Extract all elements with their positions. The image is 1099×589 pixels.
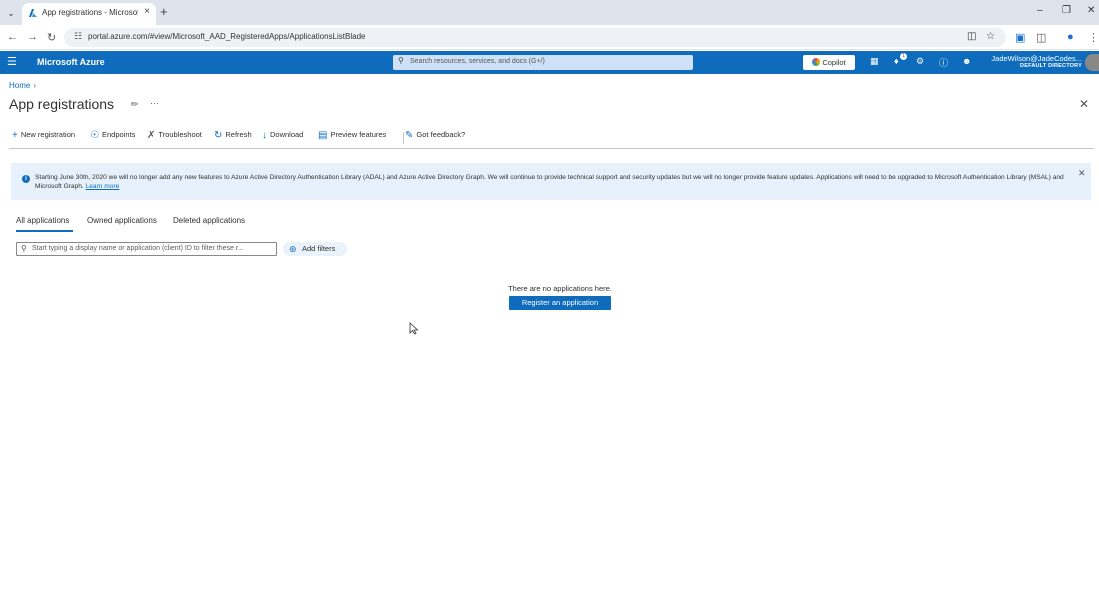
minimize-icon[interactable]: – [1037,5,1043,16]
user-directory: DEFAULT DIRECTORY [1020,63,1082,69]
azure-logo-icon [29,9,37,17]
copilot-button[interactable]: Copilot [803,55,855,70]
close-blade-icon[interactable]: ✕ [1079,97,1089,111]
feedback-person-icon[interactable]: ☻ [962,56,971,66]
globe-icon: ☉ [90,130,99,141]
new-registration-button[interactable]: + New registration [12,130,75,141]
bookmark-star-icon[interactable]: ☆ [986,31,995,42]
chevron-right-icon: › [33,81,37,90]
mouse-cursor-icon [409,322,419,335]
search-placeholder: Search resources, services, and docs (G+… [410,58,545,65]
command-divider [403,132,404,144]
register-application-button[interactable]: Register an application [509,296,611,310]
divider [9,148,1094,149]
site-info-icon[interactable]: ☷ [74,31,82,42]
filter-placeholder: Start typing a display name or applicati… [32,245,244,252]
add-filters-label: Add filters [302,244,336,253]
learn-more-link[interactable]: Learn more [86,183,120,190]
tab-list-icon[interactable]: ⌄ [4,6,18,20]
azure-header: ☰ Microsoft Azure ⚲ Search resources, se… [0,51,1099,74]
account-menu[interactable]: JadeWilson@JadeCodes... DEFAULT DIRECTOR… [991,54,1082,69]
add-filters-button[interactable]: ⊛ Add filters [283,242,347,256]
download-icon: ↓ [262,130,267,141]
close-tab-icon[interactable]: × [144,6,150,17]
avatar[interactable] [1085,54,1099,71]
cloud-shell-icon[interactable]: ▦ [870,56,879,67]
copilot-label: Copilot [822,58,846,67]
command-label: Refresh [225,130,252,139]
portal-menu-icon[interactable]: ☰ [7,55,17,68]
command-label: Preview features [330,130,387,139]
troubleshoot-button[interactable]: ✗ Troubleshoot [147,130,202,141]
page-title: App registrations [9,96,115,112]
close-window-icon[interactable]: ✕ [1087,5,1095,16]
refresh-icon: ↻ [214,130,223,141]
command-label: Endpoints [101,130,136,139]
copilot-icon [812,58,821,66]
dismiss-banner-icon[interactable]: ✕ [1078,168,1086,179]
tab-deleted-applications[interactable]: Deleted applications [173,216,245,225]
plus-icon: + [12,130,18,141]
info-banner: i Starting June 30th, 2020 we will no lo… [11,163,1091,200]
endpoints-button[interactable]: ☉ Endpoints [90,130,135,141]
banner-message: Starting June 30th, 2020 we will no long… [35,173,1065,191]
profile-icon[interactable]: ● [1067,31,1074,43]
back-icon[interactable]: ← [7,31,18,43]
refresh-button[interactable]: ↻ Refresh [214,130,252,141]
feedback-icon: ✎ [405,130,414,141]
download-button[interactable]: ↓ Download [262,130,303,141]
user-name: JadeWilson@JadeCodes... [991,54,1082,63]
address-bar[interactable]: ☷ portal.azure.com/#view/Microsoft_AAD_R… [64,28,1006,47]
command-label: Download [270,130,304,139]
wrench-icon: ✗ [147,130,156,141]
global-search-input[interactable]: ⚲ Search resources, services, and docs (… [393,55,693,70]
search-icon: ⚲ [21,244,27,253]
pin-icon[interactable]: ✏ [131,99,139,110]
url-text: portal.azure.com/#view/Microsoft_AAD_Reg… [88,32,366,41]
filter-input[interactable]: ⚲ Start typing a display name or applica… [16,242,277,256]
help-icon[interactable]: ⓘ [939,56,948,69]
notifications-bell-icon[interactable]: ♦ [894,56,899,66]
more-options-icon[interactable]: ··· [150,98,159,108]
browser-menu-icon[interactable]: ⋮ [1088,31,1099,44]
install-app-icon[interactable]: ◫ [967,31,976,42]
extension-icon[interactable]: ▣ [1015,31,1025,44]
breadcrumb-home[interactable]: Home [9,81,30,90]
notification-badge: 1 [900,53,907,60]
command-label: New registration [20,130,76,139]
browser-tab-title: App registrations - Microsoft Azure [42,8,138,17]
info-icon: i [22,175,30,183]
tab-owned-applications[interactable]: Owned applications [87,216,157,225]
add-filter-icon: ⊛ [289,244,297,254]
forward-icon[interactable]: → [27,31,38,43]
settings-gear-icon[interactable]: ⚙ [916,56,924,67]
active-tab-indicator [16,230,73,232]
extensions-puzzle-icon[interactable]: ◫ [1036,31,1046,44]
empty-state-message: There are no applications here. [508,284,612,293]
new-tab-icon[interactable]: + [160,4,168,19]
command-label: Got feedback? [416,130,466,139]
command-label: Troubleshoot [158,130,202,139]
preview-features-button[interactable]: ▤ Preview features [318,130,386,141]
browser-tab-bar: ⌄ App registrations - Microsoft Azure × … [0,0,1099,25]
reload-icon[interactable]: ↻ [47,31,56,44]
browser-tab[interactable]: App registrations - Microsoft Azure × [22,3,156,25]
restore-icon[interactable]: ❐ [1062,5,1071,16]
browser-toolbar: ← → ↻ ☷ portal.azure.com/#view/Microsoft… [0,25,1099,50]
preview-icon: ▤ [318,130,328,141]
tab-all-applications[interactable]: All applications [16,216,69,225]
feedback-button[interactable]: ✎ Got feedback? [405,130,465,141]
banner-text: Starting June 30th, 2020 we will no long… [35,174,1064,190]
azure-brand[interactable]: Microsoft Azure [37,57,105,67]
search-icon: ⚲ [398,56,404,65]
breadcrumb: Home › [9,81,36,90]
